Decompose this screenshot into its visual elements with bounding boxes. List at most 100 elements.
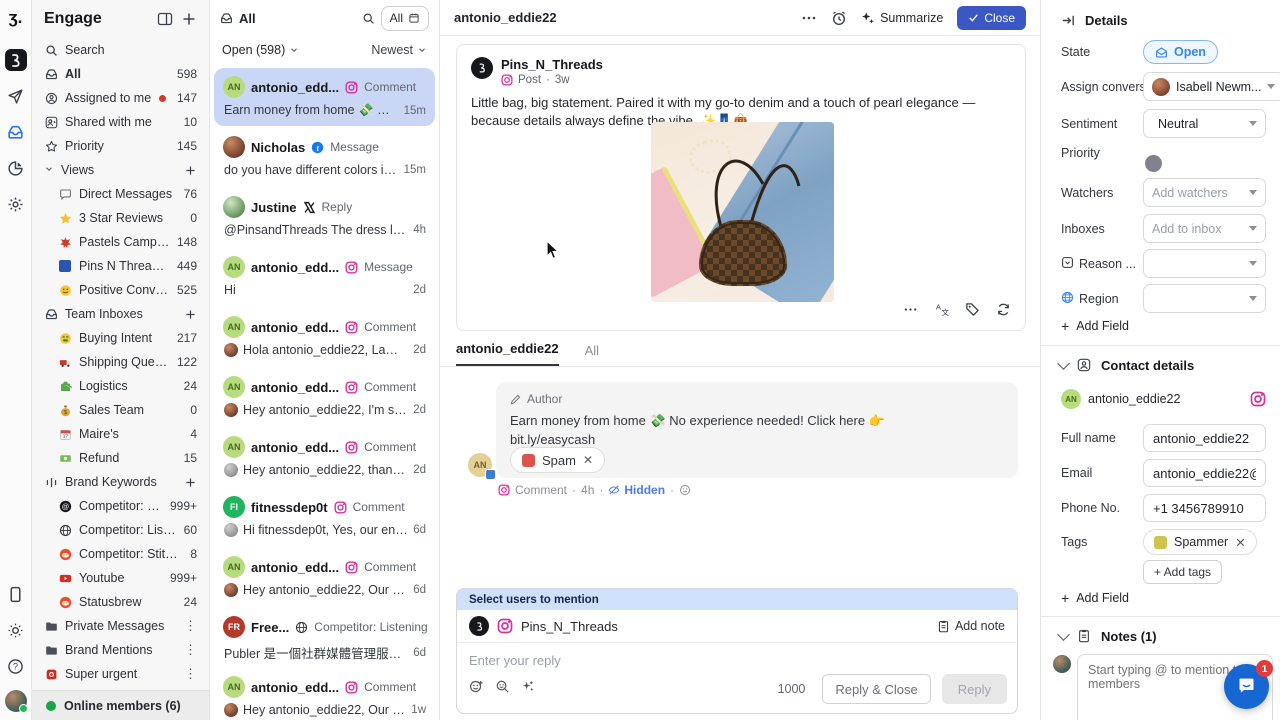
sentiment-select[interactable]: Neutral [1143,109,1266,138]
contact-details-header[interactable]: Contact details [1059,358,1194,373]
conversation-item[interactable]: NicholasfMessage do you have different c… [214,128,435,186]
close-button[interactable]: Close [957,6,1026,30]
conversation-item[interactable]: ANantonio_edd...Comment Hey antonio_eddi… [214,548,435,606]
select[interactable] [1143,284,1266,313]
reports-icon[interactable] [5,157,27,179]
online-members-bar[interactable]: Online members (6) [32,690,209,720]
assignee-select[interactable]: Isabell Newm... [1143,72,1280,101]
collapse-panel-icon[interactable] [157,11,173,27]
hidden-status[interactable]: Hidden [608,483,665,497]
tag-icon[interactable] [965,302,980,322]
add-view-icon[interactable] [181,11,197,27]
phone-no--input[interactable] [1143,494,1266,522]
kebab-menu-icon[interactable]: ⋮ [184,642,197,658]
workspace-icon[interactable] [5,49,27,71]
kebab-menu-icon[interactable]: ⋮ [184,618,197,634]
mobile-app-icon[interactable] [5,583,27,605]
search-icon[interactable] [362,12,375,25]
conversation-item[interactable]: ANantonio_edd...Comment Hey antonio_eddi… [214,428,435,486]
user-avatar[interactable] [5,690,27,712]
add-icon[interactable] [183,163,197,177]
sidebar-item-youtube[interactable]: Youtube999+ [32,566,209,590]
sidebar-item-search[interactable]: Search [32,38,209,62]
post-image[interactable] [651,122,834,302]
sidebar-item-private-messages[interactable]: Private Messages⋮ [32,614,209,638]
sync-icon[interactable] [996,302,1011,322]
add-icon[interactable] [183,307,197,321]
translate-icon[interactable]: A文 [934,302,949,322]
sidebar-item-competitor-listening[interactable]: Competitor: Listening60 [32,518,209,542]
sidebar-item-refund[interactable]: Refund15 [32,446,209,470]
sidebar-item-brand-mentions[interactable]: Brand Mentions⋮ [32,638,209,662]
engage-icon[interactable] [5,121,27,143]
sidebar-item-sales-team[interactable]: $Sales Team0 [32,398,209,422]
post-more-icon[interactable] [903,302,918,322]
select[interactable]: Add watchers [1143,178,1266,207]
conversation-item[interactable]: ANantonio_edd...Comment Hey antonio_eddi… [214,668,435,720]
sidebar-item-views[interactable]: Views [32,158,209,182]
emoji-reaction-icon[interactable] [679,484,691,496]
more-actions-icon[interactable] [801,10,817,26]
remove-tag-icon[interactable]: ✕ [1235,535,1245,550]
sidebar-item-logistics[interactable]: Logistics24 [32,374,209,398]
sidebar-item-priority[interactable]: Priority145 [32,134,209,158]
conversation-item[interactable]: ANantonio_edd...Comment Earn money from … [214,68,435,126]
spammer-tag-chip[interactable]: Spammer✕ [1143,529,1257,555]
tab-antonio-eddie22[interactable]: antonio_eddie22 [456,341,559,366]
summarize-button[interactable]: Summarize [861,11,943,25]
sidebar-item-shared-with-me[interactable]: Shared with me10 [32,110,209,134]
sidebar-item-super-urgent[interactable]: Super urgent⋮ [32,662,209,686]
sidebar-item-pins-n-threads-eu[interactable]: Pins N Threads EU449 [32,254,209,278]
emoji-picker-icon[interactable] [469,679,484,699]
notes-header[interactable]: Notes (1) [1059,629,1157,644]
snooze-icon[interactable] [831,10,847,26]
sort-dropdown[interactable]: Newest [371,43,427,57]
sidebar-item-positive-conversations[interactable]: Positive Conversations525 [32,278,209,302]
conversation-item[interactable]: ANantonio_edd...Message Hi2d [214,248,435,306]
add-tags-button[interactable]: + Add tags [1143,560,1222,584]
sidebar-item-pastels-campaign-ut[interactable]: Pastels Campaign (UT...148 [32,230,209,254]
sidebar-item-direct-messages[interactable]: Direct Messages76 [32,182,209,206]
remove-tag-icon[interactable]: ✕ [583,453,593,467]
conversation-item[interactable]: ANantonio_edd...Comment Hola antonio_edd… [214,308,435,366]
reply-input[interactable] [469,653,1007,668]
add-note-button[interactable]: Add note [937,619,1005,633]
sidebar-item-competitor-stitchstyleco[interactable]: Competitor: StitchStyleCo8 [32,542,209,566]
ai-assist-icon[interactable] [521,679,536,699]
settings-icon[interactable] [5,193,27,215]
spam-tag-chip[interactable]: Spam ✕ [510,447,605,473]
post-author[interactable]: Pins_N_Threads [501,57,603,72]
channel-filter[interactable]: All [381,6,429,31]
select[interactable]: Add to inbox [1143,214,1266,243]
publish-icon[interactable] [5,85,27,107]
reply-button[interactable]: Reply [942,674,1007,704]
conversation-item[interactable]: FRFree...Competitor: Listening Publer 是一… [214,608,435,666]
sidebar-item-team-inboxes[interactable]: Team Inboxes [32,302,209,326]
open-filter[interactable]: Open (598) [222,43,371,57]
state-pill[interactable]: Open [1143,40,1218,64]
reply-account[interactable]: Pins_N_Threads [521,619,929,634]
sidebar-item-maire-s[interactable]: 17Maire's4 [32,422,209,446]
sidebar-item-brand-keywords[interactable]: Brand Keywords [32,470,209,494]
theme-icon[interactable] [5,619,27,641]
tab-all[interactable]: All [585,343,599,366]
collapse-right-icon[interactable] [1061,13,1076,28]
sidebar-item-buying-intent[interactable]: Buying Intent217 [32,326,209,350]
conversation-item[interactable]: ANantonio_edd...Comment Hey antonio_eddi… [214,368,435,426]
reply-and-close-button[interactable]: Reply & Close [822,674,930,704]
sidebar-item-shipping-queries[interactable]: Shipping Queries122 [32,350,209,374]
sidebar-item-competitor-driftline[interactable]: @Competitor: Driftline...999+ [32,494,209,518]
help-icon[interactable]: ? [5,655,27,677]
chat-widget-button[interactable]: 1 [1224,664,1269,709]
add-field-button[interactable]: +Add Field [1061,590,1266,606]
sidebar-item-3-star-reviews[interactable]: 3 Star Reviews0 [32,206,209,230]
saved-replies-icon[interactable] [495,679,510,699]
conversation-item[interactable]: FIfitnessdep0tComment Hi fitnessdep0t, Y… [214,488,435,546]
select[interactable] [1143,249,1266,278]
add-icon[interactable] [183,475,197,489]
add-field-button[interactable]: +Add Field [1061,318,1266,334]
sidebar-item-all[interactable]: All598 [32,62,209,86]
kebab-menu-icon[interactable]: ⋮ [184,666,197,682]
conversation-item[interactable]: JustineReply @PinsandThreads The dress l… [214,188,435,246]
full-name-input[interactable] [1143,424,1266,452]
